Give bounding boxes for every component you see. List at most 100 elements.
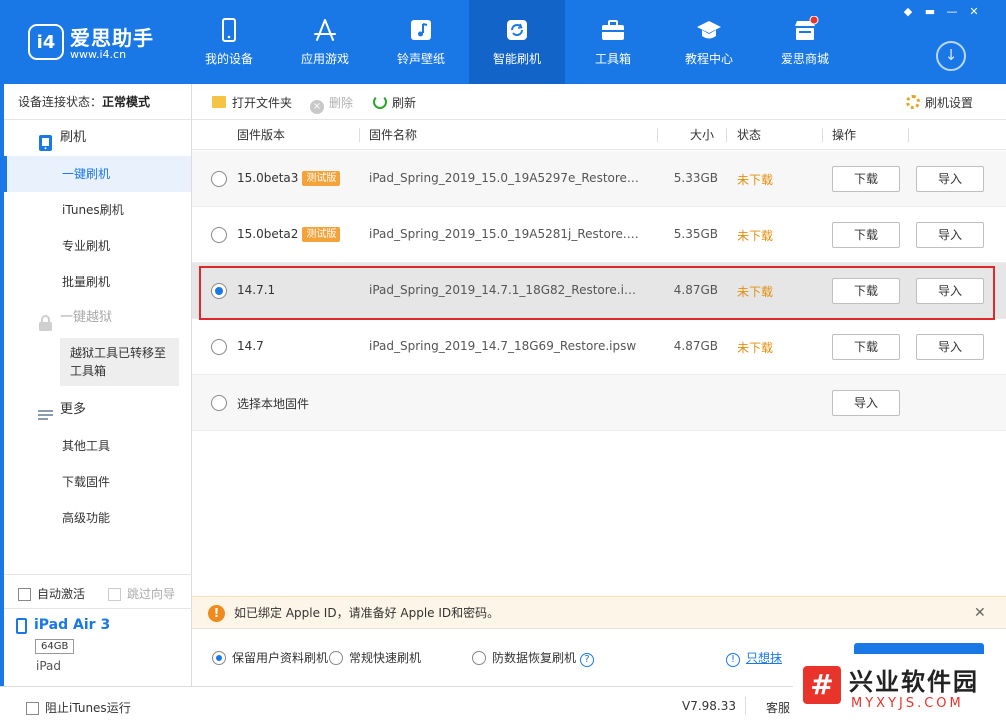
header-actions: 操作	[832, 128, 857, 142]
sidebar-item-pro-flash[interactable]: 专业刷机	[4, 228, 191, 264]
local-firmware-row[interactable]: 选择本地固件 导入	[192, 375, 1006, 431]
status-value: 正常模式	[102, 95, 151, 109]
flash-settings-button[interactable]: 刷机设置	[906, 94, 973, 111]
toolbox-icon	[599, 16, 627, 44]
anti-recovery-radio[interactable]: 防数据恢复刷机?	[472, 649, 595, 667]
import-button[interactable]: 导入	[916, 166, 984, 192]
table-row[interactable]: 14.7 iPad_Spring_2019_14.7_18G69_Restore…	[192, 319, 1006, 375]
import-button[interactable]: 导入	[916, 334, 984, 360]
nav-shop[interactable]: 爱思商城	[757, 0, 853, 84]
logo-badge: i4	[28, 24, 64, 60]
sidebar-item-batch-flash[interactable]: 批量刷机	[4, 264, 191, 300]
download-button[interactable]: 下载	[832, 278, 900, 304]
nav-label: 我的设备	[204, 52, 253, 66]
version-text: 15.0beta2	[237, 227, 299, 241]
sidebar-item-other-tools[interactable]: 其他工具	[4, 428, 191, 464]
firmware-version: 15.0beta2 测试版	[237, 227, 341, 242]
watermark-logo: #	[803, 666, 841, 704]
beta-tag: 测试版	[302, 227, 341, 242]
divider	[745, 697, 746, 715]
download-manager-button[interactable]: ↓	[936, 41, 966, 71]
firmware-radio[interactable]	[211, 395, 227, 411]
jailbreak-moved-note: 越狱工具已转移至工具箱	[60, 338, 179, 386]
refresh-button[interactable]: 刷新	[373, 94, 416, 111]
app-store-icon	[311, 16, 339, 44]
graduation-cap-icon	[695, 16, 723, 44]
firmware-size: 4.87GB	[673, 339, 718, 353]
menu-button[interactable]: ▬	[920, 4, 940, 20]
minimize-button[interactable]: —	[942, 4, 962, 20]
nav-ringtones[interactable]: 铃声壁纸	[373, 0, 469, 84]
sidebar-options: 自动激活 跳过向导	[4, 574, 192, 608]
table-row[interactable]: 15.0beta3 测试版 iPad_Spring_2019_15.0_19A52…	[192, 151, 1006, 207]
keep-data-radio[interactable]: 保留用户资料刷机	[212, 649, 328, 666]
table-row[interactable]: 15.0beta2 测试版 iPad_Spring_2019_15.0_19A52…	[192, 207, 1006, 263]
notice-text: 如已绑定 Apple ID，请准备好 Apple ID和密码。	[234, 606, 500, 620]
apple-id-notice: ! 如已绑定 Apple ID，请准备好 Apple ID和密码。 ✕	[192, 596, 1006, 628]
main-panel: 打开文件夹 × 删除 刷新 刷机设置 固件版本 固件名称 大小 状态 操作 15.…	[192, 84, 1006, 687]
firmware-status: 未下载	[737, 229, 774, 243]
import-local-button[interactable]: 导入	[832, 390, 900, 416]
sidebar-item-advanced[interactable]: 高级功能	[4, 500, 191, 536]
sidebar-item-itunes-flash[interactable]: iTunes刷机	[4, 192, 191, 228]
firmware-status: 未下载	[737, 173, 774, 187]
help-icon[interactable]: ?	[580, 653, 595, 667]
sidebar-group-more[interactable]: 更多	[4, 392, 191, 428]
radio-dot	[472, 651, 486, 665]
firmware-version: 14.7.1	[237, 283, 276, 297]
app-logo: i4 爱思助手 www.i4.cn	[28, 20, 168, 66]
skin-button[interactable]: ◆	[898, 4, 918, 20]
nav-toolbox[interactable]: 工具箱	[565, 0, 661, 84]
nav-smart-flash[interactable]: 智能刷机	[469, 0, 565, 84]
music-icon	[407, 16, 435, 44]
customer-service-link[interactable]: 客服	[766, 699, 790, 716]
close-window-button[interactable]: ✕	[964, 4, 984, 20]
firmware-radio[interactable]	[211, 283, 227, 299]
import-button[interactable]: 导入	[916, 222, 984, 248]
checkbox-label: 阻止iTunes运行	[45, 701, 131, 715]
refresh-icon	[373, 95, 387, 109]
sidebar-item-one-click-flash[interactable]: 一键刷机	[4, 156, 191, 192]
option-label: 常规快速刷机	[349, 651, 422, 665]
close-notice-button[interactable]: ✕	[974, 597, 986, 629]
firmware-size: 4.87GB	[673, 283, 718, 297]
download-button[interactable]: 下载	[832, 222, 900, 248]
firmware-name: iPad_Spring_2019_15.0_19A5281j_Restore.i…	[369, 227, 639, 241]
sidebar-item-download-firmware[interactable]: 下载固件	[4, 464, 191, 500]
delete-icon: ×	[310, 100, 324, 114]
link-label: 只想抹	[746, 651, 783, 665]
device-storage-badge: 64GB	[35, 639, 75, 654]
checkbox-label: 跳过向导	[127, 587, 176, 601]
group-label: 更多	[60, 402, 87, 417]
download-button[interactable]: 下载	[832, 334, 900, 360]
checkbox-box	[26, 702, 39, 715]
firmware-radio[interactable]	[211, 227, 227, 243]
delete-button[interactable]: × 删除	[310, 94, 353, 114]
firmware-status: 未下载	[737, 341, 774, 355]
device-info[interactable]: iPad Air 3 64GB iPad	[4, 608, 192, 686]
firmware-name: iPad_Spring_2019_14.7.1_18G82_Restore.ip…	[369, 283, 639, 297]
firmware-radio[interactable]	[211, 339, 227, 355]
download-button[interactable]: 下载	[832, 166, 900, 192]
nav-apps-games[interactable]: 应用游戏	[277, 0, 373, 84]
app-name: 爱思助手	[70, 26, 154, 50]
watermark: # 兴业软件园 MYXYJS.COM	[793, 654, 1006, 726]
nav-my-device[interactable]: 我的设备	[181, 0, 277, 84]
nav-label: 工具箱	[594, 52, 631, 66]
firmware-radio[interactable]	[211, 171, 227, 187]
header-version: 固件版本	[237, 128, 286, 142]
auto-activate-checkbox[interactable]: 自动激活	[18, 585, 85, 602]
header-name: 固件名称	[369, 128, 418, 142]
erase-only-link[interactable]: ! 只想抹	[726, 649, 782, 667]
quick-flash-radio[interactable]: 常规快速刷机	[329, 649, 421, 666]
open-folder-button[interactable]: 打开文件夹	[212, 94, 292, 111]
ipad-icon	[16, 618, 27, 634]
import-button[interactable]: 导入	[916, 278, 984, 304]
table-row[interactable]: 14.7.1 iPad_Spring_2019_14.7.1_18G82_Res…	[192, 263, 1006, 319]
sidebar-group-flash[interactable]: 刷机	[4, 120, 191, 156]
block-itunes-checkbox[interactable]: 阻止iTunes运行	[26, 699, 131, 716]
group-label: 一键越狱	[60, 310, 113, 325]
nav-tutorials[interactable]: 教程中心	[661, 0, 757, 84]
firmware-table-header: 固件版本 固件名称 大小 状态 操作	[192, 120, 1006, 150]
gear-icon	[906, 95, 920, 109]
